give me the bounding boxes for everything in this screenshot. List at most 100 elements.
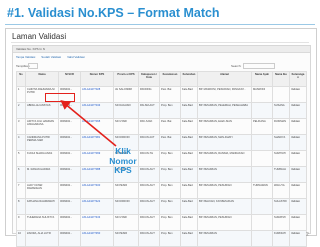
cell-nama-ibu: RUKIMAN xyxy=(272,118,290,135)
col-nama-ayah[interactable]: Nama Ayah xyxy=(251,71,273,87)
cell-alamat: BP. PESURIAN, ELEK-SIAN xyxy=(197,118,252,135)
cell-nomor-kps[interactable]: AXLA44477422 xyxy=(80,198,114,215)
table-header-row: No Nama NI SCR Nomor KPS Provin-si KPS K… xyxy=(16,71,307,87)
cell-nama: CANDRANA PUTRI PERMA-SARI xyxy=(25,134,59,151)
tab-tanpa-validasi[interactable]: Tanpa Validasi xyxy=(16,55,35,59)
cell-no: 9 xyxy=(16,214,26,231)
cell-provinsi: SD UTARI xyxy=(113,214,139,231)
show-entries-select[interactable] xyxy=(28,63,38,69)
cell-nomor-kps[interactable]: AXLA44477343 xyxy=(80,102,114,119)
cell-nomor-kps[interactable]: AXLA44477368 xyxy=(80,118,114,135)
cell-provinsi: SD PESIR xyxy=(113,230,139,247)
table-row[interactable]: 7 ALDY FATAR RAMADHAN 0009402... AXLA444774… xyxy=(16,182,307,199)
cell-nama-ayah: TURNAWAN xyxy=(251,182,273,199)
col-nisn[interactable]: NI SCR xyxy=(58,71,81,87)
cell-nama: TUHERANA SULISTYA xyxy=(25,214,59,231)
table-row[interactable]: 10 ZAKIRA, ALIA LUTFI 0009402... AXLA444774… xyxy=(16,230,307,247)
tab-bar: Tanpa Validasi Sudah Validasi Valid Vali… xyxy=(16,55,85,59)
cell-no: 10 xyxy=(16,230,26,247)
col-kabupaten[interactable]: Kabupa-ten / Kota xyxy=(138,71,160,87)
cell-nisn: 0009402... xyxy=(58,118,81,135)
cell-kelurahan: Kalu-Bad xyxy=(180,230,198,247)
col-keterangan[interactable]: Keterangan xyxy=(289,71,307,87)
table-row[interactable]: 3 ADITYA JULI HAMDAN ANGGARASA 0009402... A… xyxy=(16,118,307,135)
cell-alamat: BP. PESURIAN, MAN-DHATI xyxy=(197,134,252,151)
cell-kelurahan: Kalu-Bad xyxy=(180,166,198,183)
col-kelurahan[interactable]: Kelurahan xyxy=(180,71,198,87)
cell-kecamatan: Prop. Ben xyxy=(159,102,181,119)
cell-nama: KUCHI SHADA ANAS xyxy=(25,150,59,167)
cell-alamat: BP. PESURIAN xyxy=(197,166,252,183)
cell-no: 5 xyxy=(16,150,26,167)
table-row[interactable]: 2 ABDILLAH ANSYAS 0003473... AXLA44477343 SD… xyxy=(16,102,307,119)
cell-keterangan: Validasi xyxy=(289,198,307,215)
cell-nama-ayah xyxy=(251,150,273,167)
cell-nomor-kps[interactable]: AXLA44477400 xyxy=(80,182,114,199)
cell-nisn: 0009402... xyxy=(58,134,81,151)
cell-kecamatan: Pesi. Bat xyxy=(159,118,181,135)
col-nomor-kps[interactable]: Nomor KPS xyxy=(80,71,114,87)
cell-provinsi: SD PESIR xyxy=(113,182,139,199)
col-nama[interactable]: Nama xyxy=(25,71,59,87)
cell-nama: ZAKIRA, ALIA LUTFI xyxy=(25,230,59,247)
page-number: 2 xyxy=(306,232,309,238)
cell-keterangan: Validasi xyxy=(289,86,307,103)
callout-text: Klik Nomor KPS xyxy=(101,146,145,176)
cell-kabupaten: PAKDING xyxy=(138,86,160,103)
col-provinsi[interactable]: Provin-si KPS xyxy=(113,71,139,87)
cell-nisn: 0009402... xyxy=(58,198,81,215)
tab-valid-validasi[interactable]: Valid Validasi xyxy=(67,55,85,59)
table-row[interactable]: 4 CANDRANA PUTRI PERMA-SARI 0009402... AXLA… xyxy=(16,134,307,151)
cell-keterangan: Validasi xyxy=(289,166,307,183)
cell-kelurahan: Kalu-Bad xyxy=(180,182,198,199)
cell-nama-ayah xyxy=(251,102,273,119)
callout-line-2: KPS xyxy=(114,165,132,175)
cell-kelurahan: Kalu-Bad xyxy=(180,198,198,215)
cell-nomor-kps[interactable]: AXLA44477433 xyxy=(80,214,114,231)
validation-panel: Validasi No. KPS In N Tanpa Validasi Sud… xyxy=(12,45,311,247)
cell-nama-ayah xyxy=(251,198,273,215)
cell-nama-ayah xyxy=(251,134,273,151)
cell-nisn: 0009402... xyxy=(58,214,81,231)
cell-kecamatan: Prop. Ben xyxy=(159,150,181,167)
cell-nama: ALDY FATAR RAMADHAN xyxy=(25,182,59,199)
cell-alamat: BP. PESURIAN xyxy=(197,230,252,247)
cell-alamat: BP. PELIKAN, KAT-BESUKAN xyxy=(197,198,252,215)
search-input[interactable] xyxy=(243,63,275,69)
page-title: Laman Validasi xyxy=(12,32,67,41)
cell-nama-ibu: TUMINAH xyxy=(272,166,290,183)
cell-kelurahan: Kalu-Bad xyxy=(180,86,198,103)
cell-no: 2 xyxy=(16,102,26,119)
table-row[interactable]: 6 M. RANAN HADIRA 0009402... AXLA44477388 SD… xyxy=(16,166,307,183)
cell-nomor-kps[interactable]: AXLA44477450 xyxy=(80,230,114,247)
cell-kabupaten: PAK-SJAK xyxy=(138,118,160,135)
cell-nama-ibu: SUSANA xyxy=(272,102,290,119)
cell-kecamatan: Prop. Ben xyxy=(159,182,181,199)
cell-kabupaten: PAKUN-AUT xyxy=(138,230,160,247)
cell-nama-ayah xyxy=(251,166,273,183)
cell-kabupaten: PALSM-AUT xyxy=(138,102,160,119)
col-alamat[interactable]: Alamat xyxy=(197,71,252,87)
cell-nama-ibu xyxy=(272,86,290,103)
table-row[interactable]: 5 KUCHI SHADA ANAS 0009402... AXLA44477399 S… xyxy=(16,150,307,167)
cell-nama-ibu: WALUYA xyxy=(272,182,290,199)
cell-kelurahan: Kalu-Bad xyxy=(180,102,198,119)
cell-provinsi: JH SALONDRI xyxy=(113,86,139,103)
cell-keterangan: Validasi xyxy=(289,118,307,135)
col-nama-ibu[interactable]: Nama Ibu xyxy=(272,71,290,87)
cell-alamat: BP. PESURIAN, RASIMA, MANDAKAN xyxy=(197,150,252,167)
cell-keterangan: Validasi xyxy=(289,150,307,167)
table-row[interactable]: 8 FATHANA RAHMAWATI 0009402... AXLA44477422… xyxy=(16,198,307,215)
col-kecamatan[interactable]: Kecamat-an xyxy=(159,71,181,87)
cell-nomor-kps[interactable]: AXLA44477328 xyxy=(80,86,114,103)
cell-provinsi: SD DAGASKI xyxy=(113,102,139,119)
tab-sudah-validasi[interactable]: Sudah Validasi xyxy=(41,55,61,59)
table-row[interactable]: 9 TUHERANA SULISTYA 0009402... AXLA44477433… xyxy=(16,214,307,231)
col-no[interactable]: No xyxy=(16,71,26,87)
cell-kecamatan: Pesi. Bat xyxy=(159,86,181,103)
cell-kelurahan: Kalu-Bad xyxy=(180,214,198,231)
cell-kecamatan: Prop. Ben xyxy=(159,166,181,183)
cell-nama-ibu: SULASTRI xyxy=(272,198,290,215)
cell-kabupaten: PAKUN-AUT xyxy=(138,182,160,199)
cell-nama: M. RANAN HADIRA xyxy=(25,166,59,183)
